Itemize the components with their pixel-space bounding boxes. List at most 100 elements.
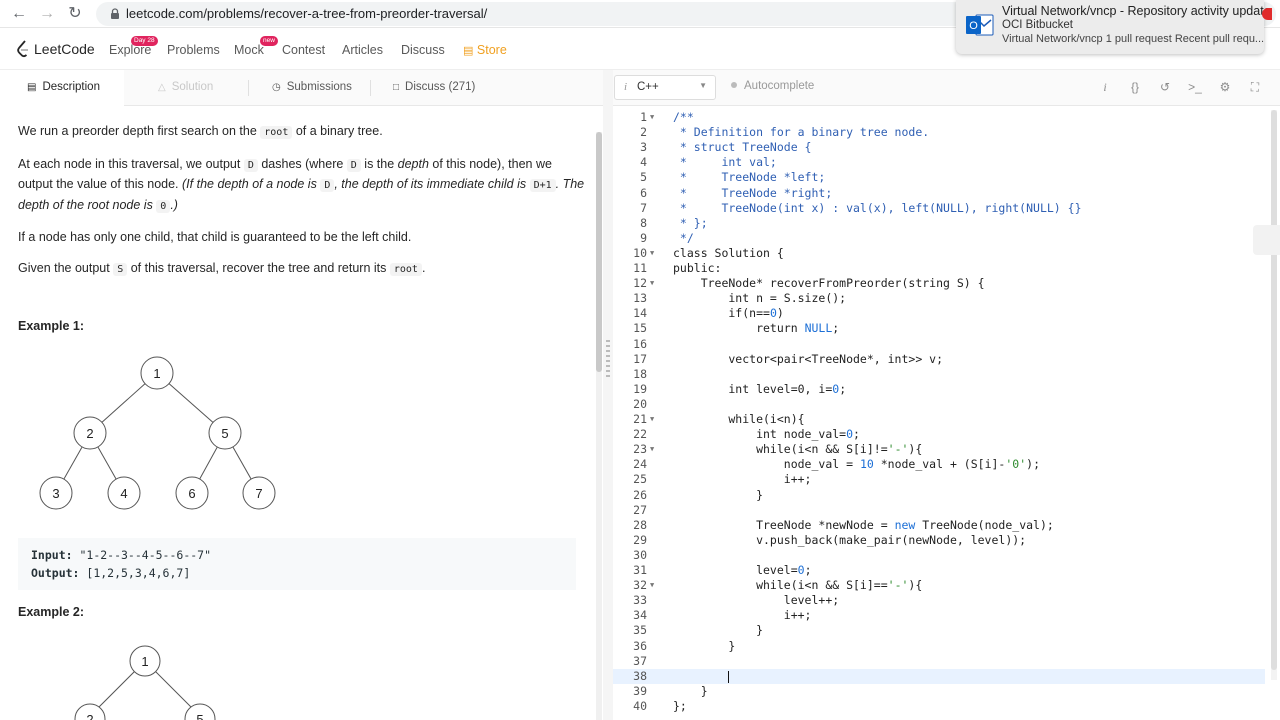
scrollbar-thumb[interactable]: [596, 132, 602, 372]
language-select[interactable]: i C++ ▼: [614, 75, 716, 100]
code-line[interactable]: 35 }: [613, 623, 1265, 638]
scrollbar-thumb[interactable]: [1271, 110, 1277, 670]
fold-arrow-icon[interactable]: ▼: [650, 246, 654, 261]
code-line[interactable]: 26 }: [613, 488, 1265, 503]
nav-contest[interactable]: Contest: [282, 43, 325, 57]
code-line[interactable]: 34 i++;: [613, 608, 1265, 623]
tab-submissions[interactable]: ◷ Submissions: [272, 70, 352, 106]
code-line[interactable]: 14 if(n==0): [613, 306, 1265, 321]
code-line[interactable]: 1 ▼ /**: [613, 110, 1265, 125]
code-line[interactable]: 39 }: [613, 684, 1265, 699]
code-line[interactable]: 25 i++;: [613, 472, 1265, 487]
svg-text:6: 6: [188, 486, 195, 501]
code-line[interactable]: 12 ▼ TreeNode* recoverFromPreorder(string…: [613, 276, 1265, 291]
nav-articles[interactable]: Articles: [342, 43, 383, 57]
tab-discuss[interactable]: □ Discuss (271): [393, 70, 475, 106]
code-line[interactable]: 4 * int val;: [613, 155, 1265, 170]
code-line[interactable]: 21 ▼ while(i<n){: [613, 412, 1265, 427]
line-number: 34: [633, 608, 647, 623]
drag-handle-icon[interactable]: [606, 340, 610, 380]
line-number: 33: [633, 593, 647, 608]
code-line[interactable]: 31 level=0;: [613, 563, 1265, 578]
description-scrollbar[interactable]: [596, 132, 602, 720]
example-2-title: Example 2:: [18, 605, 85, 619]
editor-scrollbar[interactable]: [1271, 110, 1277, 680]
code-line[interactable]: 27: [613, 503, 1265, 518]
code-line[interactable]: 10 ▼ class Solution {: [613, 246, 1265, 261]
panel-resizer[interactable]: [603, 70, 613, 720]
tab-divider: [248, 80, 249, 96]
back-icon[interactable]: ←: [10, 5, 28, 23]
example-2-tree-diagram: 1 2 5: [74, 645, 216, 720]
reload-icon[interactable]: ↻: [66, 5, 84, 23]
line-number: 27: [633, 502, 647, 517]
code-line[interactable]: 20: [613, 397, 1265, 412]
code-line[interactable]: 30: [613, 548, 1265, 563]
fold-arrow-icon[interactable]: ▼: [650, 412, 654, 427]
autocomplete-toggle[interactable]: Autocomplete: [731, 80, 814, 92]
fold-arrow-icon[interactable]: ▼: [650, 442, 654, 457]
nav-store[interactable]: ▤ Store: [463, 43, 507, 57]
code-text: TreeNode *newNode = new TreeNode(node_va…: [673, 517, 1054, 532]
code-line[interactable]: 11 public:: [613, 261, 1265, 276]
code-line[interactable]: 13 int n = S.size();: [613, 291, 1265, 306]
tab-description[interactable]: ▤ Description: [0, 70, 124, 106]
code-line[interactable]: 37: [613, 654, 1265, 669]
code-line[interactable]: 6 * TreeNode *right;: [613, 186, 1265, 201]
braces-icon[interactable]: {}: [1127, 79, 1143, 95]
code-line[interactable]: 3 * struct TreeNode {: [613, 140, 1265, 155]
code-text: while(i<n && S[i]!='-'){: [673, 442, 923, 457]
fold-arrow-icon[interactable]: ▼: [650, 276, 654, 291]
info-icon[interactable]: i: [1097, 79, 1113, 95]
code-line[interactable]: 28 TreeNode *newNode = new TreeNode(node…: [613, 518, 1265, 533]
fold-arrow-icon[interactable]: ▼: [650, 110, 654, 125]
reset-icon[interactable]: ↺: [1157, 79, 1173, 95]
code-line[interactable]: 33 level++;: [613, 593, 1265, 608]
side-panel-handle[interactable]: [1253, 225, 1280, 255]
code-line[interactable]: 16: [613, 337, 1265, 352]
example-1-io: Input: "1-2--3--4-5--6--7" Output: [1,2,…: [18, 538, 576, 590]
tree-node: 5: [208, 416, 242, 450]
code-text: public:: [673, 261, 722, 275]
nav-problems[interactable]: Problems: [167, 43, 220, 57]
code-text: }: [673, 487, 764, 502]
code-text: * int val;: [673, 155, 777, 170]
code-line[interactable]: 15 return NULL;: [613, 321, 1265, 336]
line-number: 16: [633, 336, 647, 351]
code-line[interactable]: 40};: [613, 699, 1265, 714]
tab-solution[interactable]: △ Solution: [158, 70, 213, 106]
code-line[interactable]: 5 * TreeNode *left;: [613, 170, 1265, 185]
svg-text:3: 3: [52, 486, 59, 501]
logo-text: LeetCode: [34, 41, 95, 57]
nav-mock[interactable]: Mock: [234, 43, 264, 57]
code-line[interactable]: 23 ▼ while(i<n && S[i]!='-'){: [613, 442, 1265, 457]
console-icon[interactable]: >_: [1187, 79, 1203, 95]
gear-icon[interactable]: ⚙: [1217, 79, 1233, 95]
code-line[interactable]: 8 * };: [613, 216, 1265, 231]
code-line[interactable]: 36 }: [613, 639, 1265, 654]
code-line[interactable]: 2 * Definition for a binary tree node.: [613, 125, 1265, 140]
code-area[interactable]: 1 ▼/** 2 * Definition for a binary tree no…: [613, 110, 1271, 720]
code-editor-panel: i C++ ▼ Autocomplete i {} ↺ >_ ⚙ ⛶ 1 ▼/**…: [613, 70, 1280, 720]
notification-body: Virtual Network/vncp 1 pull request Rece…: [1002, 33, 1265, 45]
code-line[interactable]: 19 int level=0, i=0;: [613, 382, 1265, 397]
code-text: * struct TreeNode {: [673, 140, 812, 155]
code-line[interactable]: 29 v.push_back(make_pair(newNode, level)…: [613, 533, 1265, 548]
code-line[interactable]: 18: [613, 367, 1265, 382]
code-line[interactable]: 38: [613, 668, 1265, 684]
code-line[interactable]: 24 node_val = 10 *node_val + (S[i]-'0');: [613, 457, 1265, 472]
fullscreen-icon[interactable]: ⛶: [1247, 79, 1263, 95]
code-text: class Solution {: [673, 245, 784, 260]
fold-arrow-icon[interactable]: ▼: [650, 578, 654, 593]
nav-discuss[interactable]: Discuss: [401, 43, 445, 57]
notification-popup[interactable]: O Virtual Network/vncp - Repository acti…: [956, 0, 1271, 54]
line-number: 30: [633, 547, 647, 562]
code-line[interactable]: 7 * TreeNode(int x) : val(x), left(NULL)…: [613, 201, 1265, 216]
store-label: Store: [476, 43, 507, 57]
forward-icon[interactable]: →: [38, 5, 56, 23]
line-number: 6: [640, 185, 647, 200]
code-line[interactable]: 9 */: [613, 231, 1265, 246]
code-line[interactable]: 32 ▼ while(i<n && S[i]=='-'){: [613, 578, 1265, 593]
code-line[interactable]: 17 vector<pair<TreeNode*, int>> v;: [613, 352, 1265, 367]
code-line[interactable]: 22 int node_val=0;: [613, 427, 1265, 442]
